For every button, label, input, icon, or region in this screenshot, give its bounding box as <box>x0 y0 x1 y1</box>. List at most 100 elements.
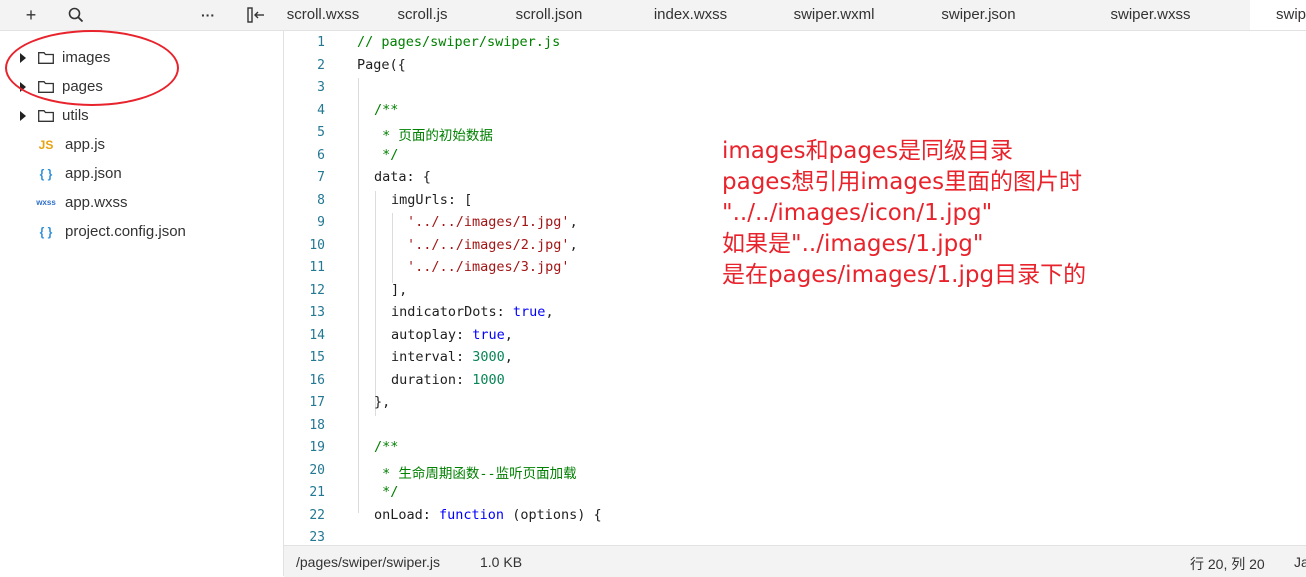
explorer-toolbar: + ··· <box>0 0 284 31</box>
tree-file-app-wxss[interactable]: wxss app.wxss <box>0 188 283 217</box>
tab-scroll-wxss[interactable]: scroll.wxss <box>284 0 367 30</box>
line-number: 15 <box>309 350 325 365</box>
line-number: 6 <box>317 148 325 163</box>
tree-folder-images[interactable]: images <box>0 43 283 72</box>
line-number: 3 <box>317 80 325 95</box>
code-key: indicatorDots: <box>391 304 513 320</box>
status-file-size: 1.0 KB <box>480 554 523 570</box>
chevron-right-icon <box>20 81 26 92</box>
tab-swiper-wxss[interactable]: swiper.wxss <box>1051 0 1251 30</box>
code-line: // pages/swiper/swiper.js <box>357 34 561 50</box>
code-punct: , <box>504 327 513 343</box>
line-number: 12 <box>309 283 325 298</box>
code-line: */ <box>374 147 399 163</box>
code-key: interval: <box>391 349 473 365</box>
line-number: 16 <box>309 373 325 388</box>
annotation-line: "../../images/icon/1.jpg" <box>722 200 993 226</box>
chevron-right-icon <box>20 110 26 121</box>
code-key: onLoad: <box>374 507 440 523</box>
code-line: interval: 3000, <box>391 349 513 365</box>
code-string: '../../images/2.jpg' <box>407 237 570 253</box>
line-number: 22 <box>309 508 325 523</box>
tree-folder-utils[interactable]: utils <box>0 101 283 130</box>
line-number: 14 <box>309 328 325 343</box>
line-number: 20 <box>309 463 325 478</box>
line-number: 23 <box>309 530 325 545</box>
status-file-path: /pages/swiper/swiper.js <box>296 554 440 570</box>
search-icon[interactable] <box>61 0 91 30</box>
folder-icon <box>38 109 54 122</box>
collapse-sidebar-icon[interactable] <box>241 0 271 30</box>
tab-index-wxss[interactable]: index.wxss <box>619 0 763 30</box>
indent-guide <box>375 191 376 416</box>
file-explorer: images pages utils JS app.js { } app.jso… <box>0 31 284 576</box>
code-line: */ <box>374 484 399 500</box>
code-line: ], <box>391 282 408 298</box>
line-number: 2 <box>317 58 325 73</box>
status-language[interactable]: Ja <box>1294 554 1306 570</box>
code-key: autoplay: <box>391 327 473 343</box>
line-number: 8 <box>317 193 325 208</box>
plus-icon[interactable]: + <box>16 0 46 30</box>
line-number: 9 <box>317 215 325 230</box>
status-cursor-position[interactable]: 行 20, 列 20 <box>1190 554 1265 574</box>
tab-swiper-js[interactable]: swiper.js <box>1250 0 1306 30</box>
code-punct: , <box>569 214 578 230</box>
line-number: 7 <box>317 170 325 185</box>
tree-file-project-config[interactable]: { } project.config.json <box>0 217 283 246</box>
code-line: Page({ <box>357 57 406 73</box>
json-file-icon: { } <box>39 166 53 181</box>
tab-swiper-json[interactable]: swiper.json <box>906 0 1052 30</box>
line-number: 21 <box>309 485 325 500</box>
tree-item-label: app.json <box>65 165 122 182</box>
line-number: 4 <box>317 103 325 118</box>
code-key: duration: <box>391 372 473 388</box>
indent-guide <box>392 213 393 283</box>
tree-file-app-js[interactable]: JS app.js <box>0 130 283 159</box>
code-line: data: { <box>374 169 431 185</box>
annotation-line: 是在pages/images/1.jpg目录下的 <box>722 262 1087 288</box>
line-number: 5 <box>317 125 325 140</box>
line-number: 13 <box>309 305 325 320</box>
tree-folder-pages[interactable]: pages <box>0 72 283 101</box>
code-punct: , <box>569 237 578 253</box>
line-number: 10 <box>309 238 325 253</box>
tree-item-label: app.js <box>65 136 106 153</box>
tree-item-label: images <box>62 49 111 66</box>
code-line: autoplay: true, <box>391 327 513 343</box>
line-number: 17 <box>309 395 325 410</box>
tree-file-app-json[interactable]: { } app.json <box>0 159 283 188</box>
tab-scroll-json[interactable]: scroll.json <box>479 0 620 30</box>
annotation-line: images和pages是同级目录 <box>722 138 1014 164</box>
code-keyword: function <box>439 507 505 523</box>
line-number: 1 <box>317 35 325 50</box>
code-line: indicatorDots: true, <box>391 304 554 320</box>
tree-item-label: utils <box>62 107 89 124</box>
line-number: 18 <box>309 418 325 433</box>
code-line: '../../images/2.jpg', <box>407 237 578 253</box>
code-line: /** <box>374 439 399 455</box>
code-number: 1000 <box>472 372 505 388</box>
tab-swiper-wxml[interactable]: swiper.wxml <box>762 0 907 30</box>
code-string: '../../images/1.jpg' <box>407 214 570 230</box>
tab-scroll-js[interactable]: scroll.js <box>366 0 480 30</box>
code-line: imgUrls: [ <box>391 192 473 208</box>
json-file-icon: { } <box>39 224 53 239</box>
code-line: '../../images/3.jpg' <box>407 259 570 275</box>
folder-icon <box>38 51 54 64</box>
more-icon[interactable]: ··· <box>193 0 223 30</box>
annotation-line: 如果是"../images/1.jpg" <box>722 231 984 257</box>
code-line: * 生命周期函数--监听页面加载 <box>374 466 577 482</box>
code-line: /** <box>374 102 399 118</box>
line-number: 19 <box>309 440 325 455</box>
line-number: 11 <box>309 260 325 275</box>
editor-tab-bar: scroll.wxss scroll.js scroll.json index.… <box>284 0 1306 31</box>
tree-item-label: pages <box>62 78 103 95</box>
code-line: onLoad: function (options) { <box>374 507 602 523</box>
code-line: }, <box>374 394 391 410</box>
indent-guide <box>358 78 359 513</box>
folder-icon <box>38 80 54 93</box>
chevron-right-icon <box>20 52 26 63</box>
js-file-icon: JS <box>38 137 54 152</box>
wxss-file-icon: wxss <box>36 198 56 207</box>
